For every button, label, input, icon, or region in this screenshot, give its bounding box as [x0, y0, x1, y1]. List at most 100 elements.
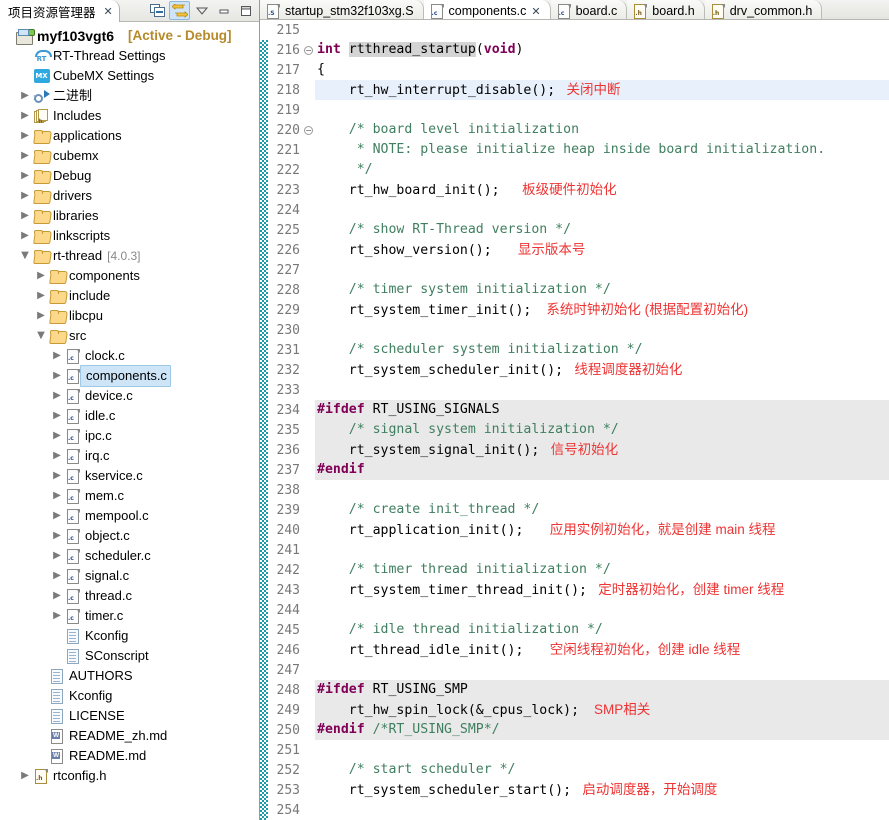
tree-item-include[interactable]: ▶include	[0, 286, 259, 306]
chevron-right-icon[interactable]: ▶	[18, 206, 32, 226]
code-line[interactable]: 245 /* idle thread initialization */	[260, 620, 889, 640]
code-line[interactable]: 226 rt_show_version(); 显示版本号	[260, 240, 889, 260]
code-line[interactable]: 240 rt_application_init(); 应用实例初始化，就是创建 …	[260, 520, 889, 540]
tree-item-kservice-c[interactable]: ▶.ckservice.c	[0, 466, 259, 486]
code-line[interactable]: 236 rt_system_signal_init(); 信号初始化	[260, 440, 889, 460]
chevron-right-icon[interactable]: ▶	[50, 586, 64, 606]
view-menu-icon[interactable]	[191, 1, 212, 20]
editor-tab-board-c[interactable]: .cboard.c	[551, 0, 628, 20]
code-line[interactable]: 220− /* board level initialization	[260, 120, 889, 140]
chevron-right-icon[interactable]: ▶	[18, 146, 32, 166]
tree-item-rt-thread-settings[interactable]: RTRT-Thread Settings	[0, 46, 259, 66]
tree-item-clock-c[interactable]: ▶.cclock.c	[0, 346, 259, 366]
code-line[interactable]: 225 /* show RT-Thread version */	[260, 220, 889, 240]
tree-item-libraries[interactable]: ▶libraries	[0, 206, 259, 226]
tree-item-kconfig[interactable]: Kconfig	[0, 686, 259, 706]
tree-item-timer-c[interactable]: ▶.ctimer.c	[0, 606, 259, 626]
link-with-editor-icon[interactable]	[169, 1, 190, 20]
maximize-icon[interactable]	[235, 1, 256, 20]
tree-item-cubemx[interactable]: ▶cubemx	[0, 146, 259, 166]
minimize-icon[interactable]	[213, 1, 234, 20]
code-editor[interactable]: 215216−int rtthread_startup(void)217{218…	[260, 20, 889, 820]
tree-item-drivers[interactable]: ▶drivers	[0, 186, 259, 206]
code-line[interactable]: 228 /* timer system initialization */	[260, 280, 889, 300]
code-line[interactable]: 223 rt_hw_board_init(); 板级硬件初始化	[260, 180, 889, 200]
editor-tab-drv-common-h[interactable]: .hdrv_common.h	[705, 0, 823, 20]
chevron-right-icon[interactable]: ▶	[18, 86, 32, 106]
tree-item-irq-c[interactable]: ▶.cirq.c	[0, 446, 259, 466]
tree-item-readme-zh-md[interactable]: WREADME_zh.md	[0, 726, 259, 746]
code-line[interactable]: 249 rt_hw_spin_lock(&_cpus_lock); SMP相关	[260, 700, 889, 720]
tree-item-includes[interactable]: ▶hIncludes	[0, 106, 259, 126]
code-line[interactable]: 239 /* create init_thread */	[260, 500, 889, 520]
code-line[interactable]: 234#ifdef RT_USING_SIGNALS	[260, 400, 889, 420]
editor-tab-startup-stm32f103xg-s[interactable]: .Sstartup_stm32f103xg.S	[260, 0, 424, 20]
chevron-right-icon[interactable]: ▶	[18, 166, 32, 186]
code-line[interactable]: 224	[260, 200, 889, 220]
code-line[interactable]: 254	[260, 800, 889, 820]
tree-item-thread-c[interactable]: ▶.cthread.c	[0, 586, 259, 606]
tab-project-explorer[interactable]: 项目资源管理器 ✕	[0, 0, 120, 22]
code-line[interactable]: 238	[260, 480, 889, 500]
tree-item-mempool-c[interactable]: ▶.cmempool.c	[0, 506, 259, 526]
code-line[interactable]: 231 /* scheduler system initialization *…	[260, 340, 889, 360]
code-line[interactable]: 252 /* start scheduler */	[260, 760, 889, 780]
chevron-right-icon[interactable]: ▶	[18, 106, 32, 126]
code-line[interactable]: 251	[260, 740, 889, 760]
tree-item-device-c[interactable]: ▶.cdevice.c	[0, 386, 259, 406]
editor-tab-board-h[interactable]: .hboard.h	[627, 0, 704, 20]
tree-item-object-c[interactable]: ▶.cobject.c	[0, 526, 259, 546]
code-line[interactable]: 242 /* timer thread initialization */	[260, 560, 889, 580]
code-line[interactable]: 233	[260, 380, 889, 400]
chevron-right-icon[interactable]: ▶	[50, 466, 64, 486]
tree-item-debug[interactable]: ▶Debug	[0, 166, 259, 186]
code-line[interactable]: 219	[260, 100, 889, 120]
fold-collapse-icon[interactable]: −	[302, 46, 315, 55]
chevron-right-icon[interactable]: ▶	[50, 566, 64, 586]
code-line[interactable]: 237#endif	[260, 460, 889, 480]
code-line[interactable]: 218 rt_hw_interrupt_disable(); 关闭中断	[260, 80, 889, 100]
chevron-right-icon[interactable]: ▶	[50, 526, 64, 546]
collapse-all-icon[interactable]	[147, 1, 168, 20]
chevron-right-icon[interactable]: ▶	[34, 306, 48, 326]
code-line[interactable]: 250#endif /*RT_USING_SMP*/	[260, 720, 889, 740]
tree-item-license[interactable]: LICENSE	[0, 706, 259, 726]
chevron-down-icon[interactable]: ▼	[34, 326, 48, 346]
code-line[interactable]: 243 rt_system_timer_thread_init(); 定时器初始…	[260, 580, 889, 600]
code-line[interactable]: 229 rt_system_timer_init(); 系统时钟初始化 (根据配…	[260, 300, 889, 320]
code-line[interactable]: 246 rt_thread_idle_init(); 空闲线程初始化，创建 id…	[260, 640, 889, 660]
chevron-right-icon[interactable]: ▶	[18, 226, 32, 246]
chevron-right-icon[interactable]: ▶	[34, 266, 48, 286]
editor-tab-components-c[interactable]: .ccomponents.c✕	[424, 0, 551, 20]
chevron-right-icon[interactable]: ▶	[18, 126, 32, 146]
chevron-right-icon[interactable]: ▶	[50, 546, 64, 566]
code-line[interactable]: 230	[260, 320, 889, 340]
tree-item-idle-c[interactable]: ▶.cidle.c	[0, 406, 259, 426]
chevron-right-icon[interactable]: ▶	[50, 606, 64, 626]
tree-item-libcpu[interactable]: ▶libcpu	[0, 306, 259, 326]
tree-item-cubemx-settings[interactable]: MXCubeMX Settings	[0, 66, 259, 86]
tree-item-scheduler-c[interactable]: ▶.cscheduler.c	[0, 546, 259, 566]
chevron-right-icon[interactable]: ▶	[50, 486, 64, 506]
chevron-right-icon[interactable]: ▶	[18, 766, 32, 786]
fold-collapse-icon[interactable]: −	[302, 126, 315, 135]
tree-item-myf103vgt6[interactable]: myf103vgt6[Active - Debug]	[0, 26, 259, 46]
chevron-right-icon[interactable]: ▶	[50, 346, 64, 366]
tree-item-src[interactable]: ▼src	[0, 326, 259, 346]
tree-item-authors[interactable]: AUTHORS	[0, 666, 259, 686]
tree-item-linkscripts[interactable]: ▶linkscripts	[0, 226, 259, 246]
tree-item-components-c[interactable]: ▶.ccomponents.c	[0, 366, 259, 386]
chevron-right-icon[interactable]: ▶	[50, 366, 64, 386]
code-line[interactable]: 215	[260, 20, 889, 40]
code-line[interactable]: 217{	[260, 60, 889, 80]
code-line[interactable]: 244	[260, 600, 889, 620]
tree-item-readme-md[interactable]: WREADME.md	[0, 746, 259, 766]
project-tree[interactable]: myf103vgt6[Active - Debug]RTRT-Thread Se…	[0, 22, 259, 820]
code-line[interactable]: 235 /* signal system initialization */	[260, 420, 889, 440]
tree-item-components[interactable]: ▶components	[0, 266, 259, 286]
code-line[interactable]: 222 */	[260, 160, 889, 180]
code-line[interactable]: 221 * NOTE: please initialize heap insid…	[260, 140, 889, 160]
chevron-right-icon[interactable]: ▶	[50, 386, 64, 406]
chevron-right-icon[interactable]: ▶	[50, 406, 64, 426]
code-line[interactable]: 241	[260, 540, 889, 560]
